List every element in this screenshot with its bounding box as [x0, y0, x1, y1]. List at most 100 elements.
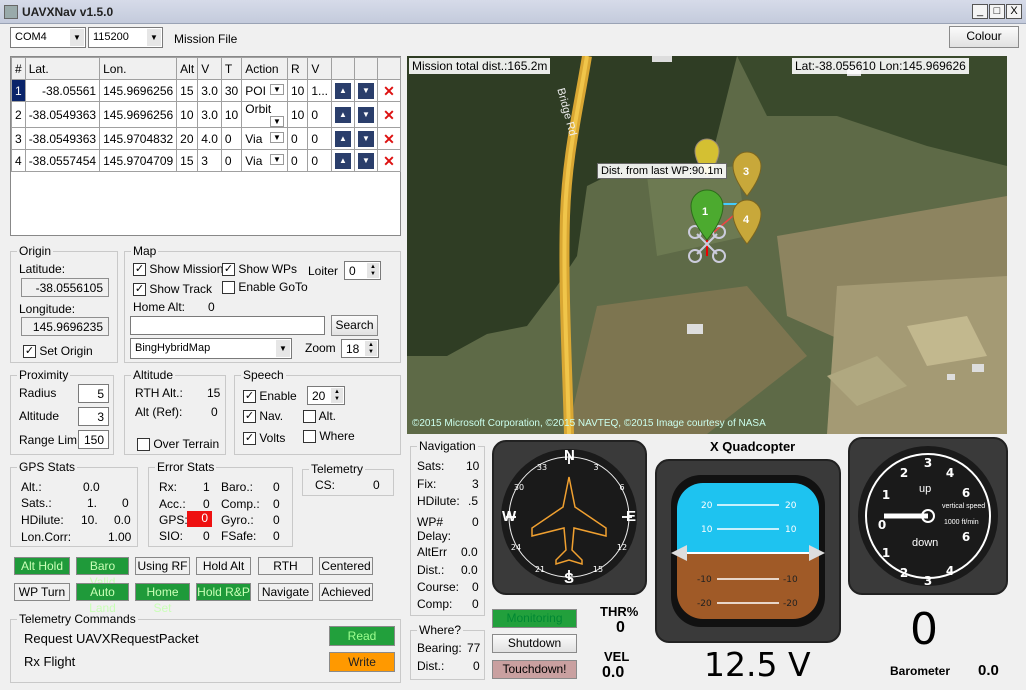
satellite-map[interactable] — [407, 56, 1007, 434]
map-group: Map ✓ Show Mission ✓ Show WPs Loiter 0 ▲ ▼… — [124, 244, 401, 363]
cell-t[interactable]: 10 — [220, 101, 243, 128]
cell-r[interactable]: 0 — [286, 127, 309, 150]
move-down-button[interactable]: ▼ — [354, 79, 378, 102]
search-button[interactable]: Search — [331, 315, 378, 336]
delete-row-button[interactable]: ✕ — [377, 101, 401, 128]
speech-volts-checkbox[interactable]: ✓ Volts — [243, 431, 285, 446]
table-row[interactable]: 2 -38.0549363 145.9696256 10 3.0 10 Orbi… — [11, 101, 401, 128]
enable-goto-checkbox[interactable]: Enable GoTo — [222, 280, 308, 295]
read-button[interactable]: Read — [329, 626, 395, 646]
cell-v2[interactable]: 0 — [307, 101, 332, 128]
cell-v[interactable]: 3.0 — [197, 79, 222, 102]
table-row[interactable]: 1 -38.05561 145.9696256 15 3.0 30 POI ▼ 1… — [11, 79, 401, 102]
show-mission-checkbox[interactable]: ✓ Show Mission — [133, 262, 223, 277]
monitoring-button[interactable]: Monitoring — [492, 609, 577, 628]
cell-t[interactable]: 0 — [220, 127, 243, 150]
speech-nav-checkbox[interactable]: ✓ Nav. — [243, 409, 283, 424]
cell-action[interactable]: Via ▼ — [241, 149, 288, 172]
radius-field[interactable]: 5 — [78, 384, 109, 403]
gps-loncorr-value: 1.00 — [108, 530, 132, 544]
chevron-down-icon: ▼ — [270, 83, 284, 95]
move-up-button[interactable]: ▲ — [331, 149, 355, 172]
maximize-button[interactable]: □ — [989, 4, 1005, 19]
row-number[interactable]: 3 — [11, 127, 26, 150]
check-icon: ✓ — [243, 432, 256, 446]
cell-lon[interactable]: 145.9704709 — [99, 149, 178, 172]
move-up-button[interactable]: ▲ — [331, 127, 355, 150]
show-wps-checkbox[interactable]: ✓ Show WPs — [222, 262, 297, 277]
nav-fix-label: Fix: — [417, 477, 437, 491]
cell-v2[interactable]: 1... — [307, 79, 332, 102]
set-origin-checkbox[interactable]: ✓ Set Origin — [23, 344, 93, 359]
move-up-button[interactable]: ▲ — [331, 79, 355, 102]
delete-row-button[interactable]: ✕ — [377, 149, 401, 172]
row-number[interactable]: 4 — [11, 149, 26, 172]
write-button[interactable]: Write — [329, 652, 395, 672]
compass-gauge: 33 30 3 6 12 15 21 24 N E S W — [492, 440, 647, 595]
cell-t[interactable]: 0 — [220, 149, 243, 172]
speech-where-checkbox[interactable]: Where — [303, 429, 355, 444]
cell-r[interactable]: 10 — [286, 79, 309, 102]
altitude-field[interactable]: 3 — [78, 407, 109, 426]
compass-east: E — [626, 508, 637, 525]
err-fsafe-value: 0 — [273, 529, 280, 543]
mission-total-distance: Mission total dist.:165.2m — [409, 58, 551, 74]
map-provider-select[interactable]: BingHybridMap ▼ — [130, 338, 292, 359]
cell-t[interactable]: 30 — [220, 79, 243, 102]
cell-action[interactable]: Orbit ▼ — [241, 101, 288, 128]
err-comp-label: Comp.: — [221, 497, 260, 511]
cell-alt[interactable]: 15 — [176, 79, 199, 102]
cell-r[interactable]: 0 — [286, 149, 309, 172]
speech-interval-stepper[interactable]: 20 ▲ ▼ — [307, 386, 345, 405]
cell-alt[interactable]: 20 — [176, 127, 199, 150]
map-view[interactable]: 1 3 4 Mission total dist.:165.2m Lat:-38… — [407, 56, 1007, 434]
move-up-button[interactable]: ▲ — [331, 101, 355, 128]
cell-action[interactable]: POI ▼ — [241, 79, 288, 102]
table-row[interactable]: 4 -38.0557454 145.9704709 15 3 0 Via ▼ 0 … — [11, 149, 401, 172]
cell-v2[interactable]: 0 — [307, 149, 332, 172]
move-down-button[interactable]: ▼ — [354, 127, 378, 150]
over-terrain-checkbox[interactable]: Over Terrain — [137, 437, 219, 452]
cell-v2[interactable]: 0 — [307, 127, 332, 150]
delete-row-button[interactable]: ✕ — [377, 127, 401, 150]
mission-file-label[interactable]: Mission File — [174, 32, 237, 46]
move-down-button[interactable]: ▼ — [354, 101, 378, 128]
speech-alt-checkbox[interactable]: Alt. — [303, 409, 336, 424]
cell-alt[interactable]: 10 — [176, 101, 199, 128]
chevron-down-icon: ▼ — [147, 29, 161, 46]
cell-lon[interactable]: 145.9696256 — [99, 79, 178, 102]
cell-lat[interactable]: -38.05561 — [24, 79, 101, 102]
row-number[interactable]: 1 — [11, 79, 26, 102]
cell-r[interactable]: 10 — [286, 101, 309, 128]
table-row[interactable]: 3 -38.0549363 145.9704832 20 4.0 0 Via ▼ … — [11, 127, 401, 150]
cell-lat[interactable]: -38.0557454 — [24, 149, 101, 172]
loiter-stepper[interactable]: 0 ▲ ▼ — [344, 261, 381, 280]
cell-v[interactable]: 3.0 — [197, 101, 222, 128]
touchdown-button[interactable]: Touchdown! — [492, 660, 577, 679]
cell-lat[interactable]: -38.0549363 — [24, 127, 101, 150]
svg-text:4: 4 — [946, 564, 954, 578]
show-track-checkbox[interactable]: ✓ Show Track — [133, 282, 212, 297]
cell-v[interactable]: 3 — [197, 149, 222, 172]
colour-button[interactable]: Colour — [949, 26, 1019, 48]
cell-alt[interactable]: 15 — [176, 149, 199, 172]
enable-speech-checkbox[interactable]: ✓ Enable — [243, 389, 297, 404]
cell-lon[interactable]: 145.9704832 — [99, 127, 178, 150]
range-field[interactable]: 150 — [78, 430, 109, 449]
cell-v[interactable]: 4.0 — [197, 127, 222, 150]
cell-action[interactable]: Via ▼ — [241, 127, 288, 150]
shutdown-button[interactable]: Shutdown — [492, 634, 577, 653]
nav-alterr-label: AltErr — [417, 545, 447, 559]
minimize-button[interactable]: _ — [972, 4, 988, 19]
nav-wp-value: 0 — [472, 515, 479, 529]
cell-lat[interactable]: -38.0549363 — [24, 101, 101, 128]
cell-lon[interactable]: 145.9696256 — [99, 101, 178, 128]
zoom-stepper[interactable]: 18 ▲ ▼ — [341, 339, 379, 358]
close-button[interactable]: X — [1006, 4, 1022, 19]
baud-select[interactable]: 115200 ▼ — [88, 27, 163, 48]
search-input[interactable] — [130, 316, 325, 335]
com-port-select[interactable]: COM4 ▼ — [10, 27, 86, 48]
move-down-button[interactable]: ▼ — [354, 149, 378, 172]
row-number[interactable]: 2 — [11, 101, 26, 128]
delete-row-button[interactable]: ✕ — [377, 79, 401, 102]
